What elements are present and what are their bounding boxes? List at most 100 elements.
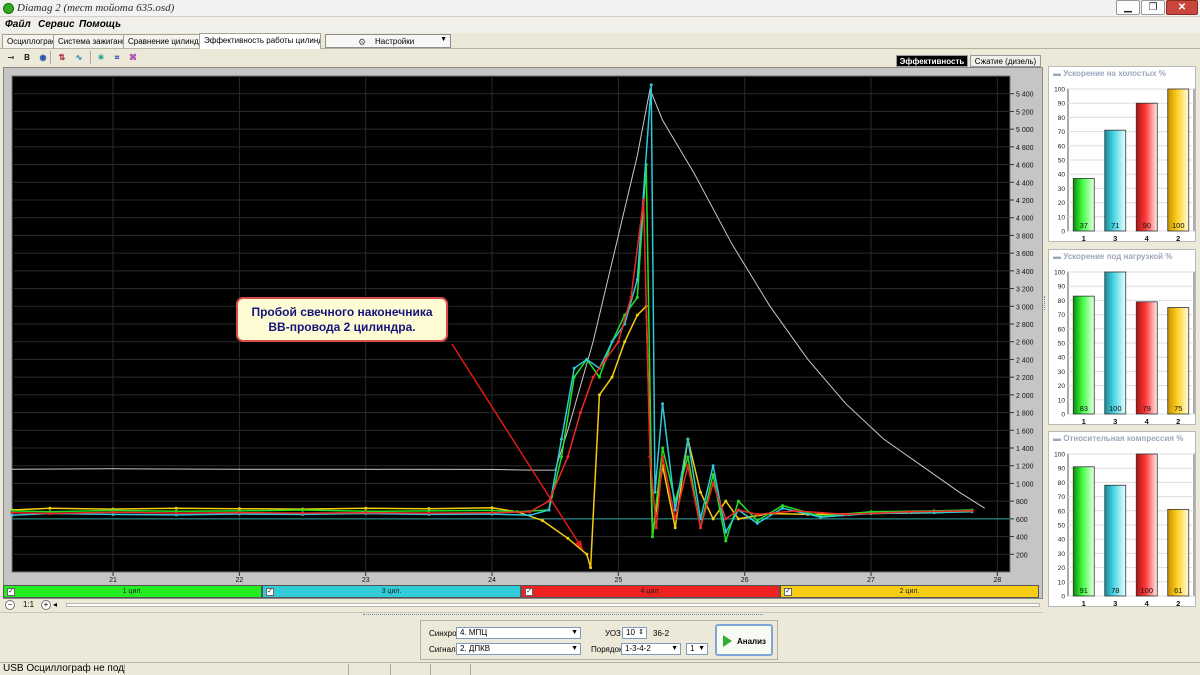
splitter-grip[interactable] (363, 614, 763, 617)
series-point (174, 506, 178, 510)
bar-value-label: 100 (1109, 404, 1122, 413)
mode-efficiency-button[interactable]: Эффективность (896, 55, 968, 67)
snowflake-tool-icon[interactable]: ✳ (94, 51, 108, 64)
x-tick-label: 23 (362, 577, 370, 584)
y-tick-label: 3 000 (1016, 304, 1034, 311)
checkbox[interactable]: ✓ (7, 588, 15, 596)
category-label: 1 (1082, 417, 1086, 426)
category-label: 4 (1145, 234, 1150, 243)
order-extra-select[interactable]: 1 ▼ (686, 643, 708, 655)
y-tick-label: 30 (1058, 369, 1066, 376)
y-tick-label: 100 (1054, 87, 1065, 94)
series-point (528, 513, 532, 517)
bar (1072, 295, 1095, 415)
zoom-out-button[interactable]: − (5, 600, 15, 610)
checkbox[interactable]: ✓ (525, 588, 533, 596)
callout-line-2: ВВ-провода 2 цилиндра. (268, 320, 416, 334)
signal-select[interactable]: 2. ДПКВ ▼ (456, 643, 581, 655)
status-text: USB Осциллограф не под (3, 663, 125, 674)
y-tick-label: 70 (1058, 494, 1066, 501)
order-select[interactable]: 1-3-4-2 ▼ (621, 643, 681, 655)
tab-cylinder-comparison[interactable]: Сравнение цилиндров (123, 34, 200, 48)
tab-oscilloscope[interactable]: Осциллограф (2, 34, 54, 48)
analyze-button[interactable]: Анализ (715, 624, 773, 656)
sync-tool-icon[interactable]: ⌘ (126, 51, 140, 64)
efficiency-panel-2: 0 10 20 30 40 50 60 70 80 90 100 83 1 100 3 79 4 75 2 ▬ Уск… (1048, 249, 1196, 426)
y-tick-label: 30 (1058, 551, 1066, 558)
cylinder-toggle-3[interactable]: ✓ 4 цил. (521, 585, 780, 598)
y-tick-label: 3 600 (1016, 251, 1034, 258)
close-button[interactable]: ✕ (1166, 0, 1198, 15)
maximize-button[interactable]: ❐ (1141, 0, 1165, 15)
menu-service[interactable]: Сервис (38, 19, 75, 30)
checkbox[interactable]: ✓ (784, 588, 792, 596)
uoz-stepper[interactable]: 10 ⇕ (622, 627, 647, 639)
menu-file[interactable]: Файл (5, 19, 31, 30)
zoom-ratio: 1:1 (23, 600, 35, 609)
cylinder-toggle-2[interactable]: ✓ 3 цил. (262, 585, 521, 598)
y-tick-label: 20 (1058, 565, 1066, 572)
chevron-down-icon: ▼ (698, 645, 705, 652)
zoom-row: − 1:1 + ◂ (3, 599, 1043, 611)
spin-arrows-icon[interactable]: ⇕ (638, 628, 644, 638)
bar (1167, 508, 1190, 597)
y-tick-label: 20 (1058, 200, 1066, 207)
series-point (781, 506, 785, 510)
checkbox[interactable]: ✓ (266, 588, 274, 596)
y-tick-label: 50 (1058, 341, 1066, 348)
series-point (970, 509, 974, 513)
minimize-button[interactable]: ▁ (1116, 0, 1140, 15)
trend-tool-icon[interactable]: ∿ (72, 51, 86, 64)
y-tick-label: 4 800 (1016, 145, 1034, 152)
scale-tool-icon[interactable]: ⇅ (55, 51, 69, 64)
sync-select[interactable]: 4. МПЦ ▼ (456, 627, 581, 639)
oscillogram-plot[interactable]: 200 400 600 800 1 000 1 200 1 400 1 600 1 800 2 0… (3, 67, 1043, 599)
cylinder-toggle-1[interactable]: ✓ 1 цил. (3, 585, 262, 598)
category-label: 1 (1082, 599, 1086, 608)
category-label: 2 (1176, 417, 1180, 426)
series-point (490, 511, 494, 515)
tab-ignition-system[interactable]: Система зажигания (53, 34, 124, 48)
series-point (711, 464, 715, 468)
series-point (566, 536, 570, 540)
horizontal-splitter[interactable] (0, 612, 1043, 618)
bar-chart: 0 10 20 30 40 50 60 70 80 90 100 83 1 100 3 79 4 75 2 (1054, 270, 1195, 426)
series-point (686, 437, 690, 441)
series-point (585, 552, 589, 556)
menu-help[interactable]: Помощь (79, 19, 121, 30)
series-point (755, 521, 759, 525)
settings-dropdown[interactable]: ⚙ Настройки ▼ (325, 34, 451, 48)
y-tick-label: 2 600 (1016, 340, 1034, 347)
horizontal-scrollbar[interactable] (66, 603, 1040, 607)
y-tick-label: 40 (1058, 355, 1066, 362)
series-point (301, 511, 305, 515)
scroll-left-icon[interactable]: ◂ (53, 600, 57, 610)
chip-tool-icon[interactable]: ◉ (36, 51, 50, 64)
bar (1167, 307, 1190, 415)
status-divider (470, 664, 471, 675)
toolbar-divider (90, 51, 91, 64)
bold-tool-icon[interactable]: B (20, 51, 34, 64)
y-tick-label: 50 (1058, 158, 1066, 165)
y-tick-label: 40 (1058, 172, 1066, 179)
splitter-grip[interactable] (1044, 296, 1047, 310)
y-tick-label: 10 (1058, 214, 1066, 221)
zoom-in-button[interactable]: + (41, 600, 51, 610)
cursor-tool-icon[interactable]: ⊸ (4, 51, 18, 64)
y-tick-label: 40 (1058, 537, 1066, 544)
cylinder-toggle-4[interactable]: ✓ 2 цил. (780, 585, 1039, 598)
tab-cylinder-efficiency[interactable]: Эффективность работы цилиндров (199, 33, 321, 49)
y-tick-label: 90 (1058, 101, 1066, 108)
series-point (661, 402, 665, 406)
y-tick-label: 4 000 (1016, 216, 1034, 223)
cylinder-label: 2 цил. (899, 588, 920, 595)
mode-compression-button[interactable]: Сжатие (дизель) (970, 55, 1041, 67)
y-tick-label: 60 (1058, 143, 1066, 150)
y-tick-label: 1 200 (1016, 464, 1034, 471)
network-tool-icon[interactable]: ⌗ (110, 51, 124, 64)
bar-value-label: 100 (1140, 586, 1153, 595)
panel-title: ▬ Ускорение на холостых % (1053, 69, 1166, 78)
series-point (610, 375, 614, 379)
bar-value-label: 83 (1080, 404, 1088, 413)
series-point (427, 511, 431, 515)
